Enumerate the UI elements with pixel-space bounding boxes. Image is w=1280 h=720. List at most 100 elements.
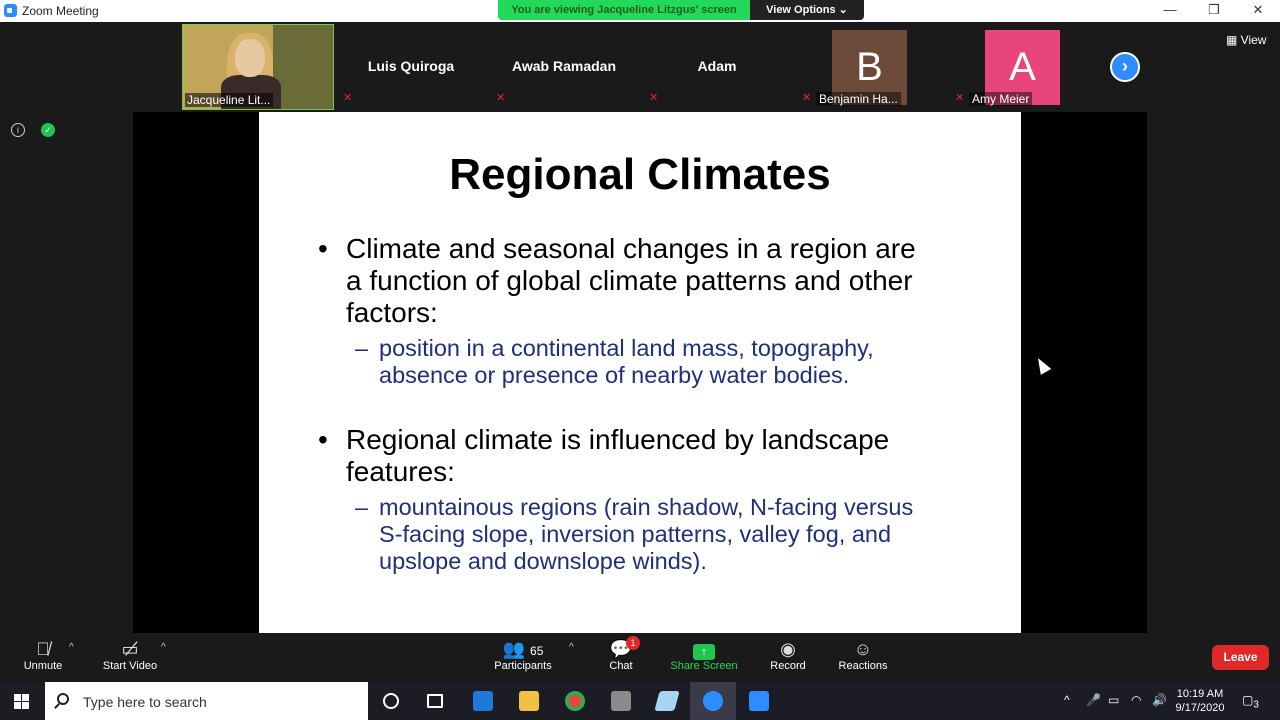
participant-name: Awab Ramadan xyxy=(512,58,616,74)
participants-options-chevron-icon[interactable]: ^ xyxy=(569,642,574,653)
meeting-toolbar: 🎙̸ Unmute ^ ▭̸ Start Video ^ 👥 65 Partic… xyxy=(0,634,1280,682)
leave-button[interactable]: Leave xyxy=(1212,645,1269,670)
taskbar-clock[interactable]: 10:19 AM 9/17/2020 xyxy=(1166,687,1234,715)
reactions-button[interactable]: ☺ Reactions xyxy=(823,638,903,680)
mail-icon xyxy=(473,691,493,711)
sub-bullet-line: upslope and downslope winds). xyxy=(379,548,707,574)
viewing-status: You are viewing Jacqueline Litzgus' scre… xyxy=(498,0,750,20)
start-video-label: Start Video xyxy=(102,660,158,672)
view-label: View xyxy=(1240,33,1267,47)
muted-mic-icon: ✕ xyxy=(343,92,353,104)
presentation-slide: Regional Climates • Climate and seasonal… xyxy=(259,112,1021,633)
notification-count: 3 xyxy=(1253,699,1259,711)
chat-icon: 💬 xyxy=(609,639,633,659)
clock-date: 9/17/2020 xyxy=(1175,702,1225,714)
sub-bullet-line: position in a continental land mass, top… xyxy=(379,335,874,361)
video-off-icon: ▭̸ xyxy=(121,639,139,659)
participant-tile[interactable]: Adam ✕ xyxy=(641,24,793,110)
share-screen-button[interactable]: ↑ Share Screen xyxy=(664,638,744,680)
task-view-button[interactable] xyxy=(412,682,458,720)
participants-button[interactable]: 👥 65 Participants xyxy=(483,638,563,680)
participant-tile[interactable]: B ✕ Benjamin Ha... xyxy=(794,24,946,110)
taskbar-mail[interactable] xyxy=(460,682,506,720)
participants-count: 65 xyxy=(530,644,544,658)
share-screen-label: Share Screen xyxy=(670,660,738,672)
view-button[interactable]: ▦ View xyxy=(1226,33,1266,47)
start-button[interactable] xyxy=(0,682,44,720)
bullet-symbol: • xyxy=(318,424,328,455)
battery-icon[interactable]: ▭ xyxy=(1108,693,1119,707)
video-person-face xyxy=(235,39,265,77)
sub-bullet-line: mountainous regions (rain shadow, N-faci… xyxy=(379,494,914,520)
share-screen-icon: ↑ xyxy=(664,638,744,660)
participant-tile-video[interactable]: Jacqueline Lit... xyxy=(182,24,334,110)
wifi-icon[interactable]: ◠ xyxy=(1131,693,1141,707)
calculator-icon xyxy=(611,691,631,711)
taskbar-search-box[interactable]: Type here to search xyxy=(45,682,368,720)
dash-symbol: – xyxy=(355,335,369,361)
taskbar-app[interactable] xyxy=(644,682,690,720)
zoom-icon xyxy=(703,691,723,711)
sub-bullet-line: S-facing slope, inversion patterns, vall… xyxy=(379,521,892,547)
show-hidden-icons-chevron-icon[interactable]: ^ xyxy=(1064,693,1070,707)
next-page-arrow-icon[interactable]: › xyxy=(1110,52,1140,82)
clock-time: 10:19 AM xyxy=(1176,688,1224,700)
chat-unread-badge: 1 xyxy=(626,636,640,650)
video-background-shadow xyxy=(273,25,333,109)
participants-label: Participants xyxy=(494,660,552,672)
shield-icon[interactable]: ✓ xyxy=(41,123,55,137)
info-icon[interactable]: i xyxy=(11,123,25,137)
view-options-button[interactable]: View Options ⌄ xyxy=(750,0,864,20)
viewing-banner: You are viewing Jacqueline Litzgus' scre… xyxy=(498,0,864,20)
notifications-icon[interactable]: ▢3 xyxy=(1242,693,1259,710)
video-options-chevron-icon[interactable]: ^ xyxy=(161,642,166,653)
volume-icon[interactable]: 🔊 xyxy=(1152,693,1167,707)
search-icon xyxy=(57,693,69,705)
slide-bullet: • Climate and seasonal changes in a regi… xyxy=(318,233,916,329)
taskbar-file-explorer[interactable] xyxy=(506,682,552,720)
bullet-line: a function of global climate patterns an… xyxy=(346,265,913,296)
cortana-button[interactable] xyxy=(368,682,414,720)
sub-bullet-line: absence or presence of nearby water bodi… xyxy=(379,362,850,388)
taskbar-calculator[interactable] xyxy=(598,682,644,720)
bullet-line: Regional climate is influenced by landsc… xyxy=(346,424,890,455)
window-title: Zoom Meeting xyxy=(22,4,99,18)
slide-sub-bullet: – mountainous regions (rain shadow, N-fa… xyxy=(355,494,914,575)
close-button[interactable]: ✕ xyxy=(1236,0,1280,22)
participant-name: Luis Quiroga xyxy=(367,58,455,74)
start-video-button[interactable]: ▭̸ Start Video xyxy=(90,638,170,680)
windows-logo-icon xyxy=(22,702,29,709)
taskbar-zoom-meeting[interactable] xyxy=(736,682,782,720)
reactions-icon: ☺ xyxy=(853,639,873,659)
cortana-icon xyxy=(383,693,399,709)
record-button[interactable]: ◉ Record xyxy=(748,638,828,680)
participant-tile[interactable]: Luis Quiroga ✕ xyxy=(335,24,487,110)
zoom-meeting-icon xyxy=(749,691,769,711)
participant-tile[interactable]: A ✕ Amy Meier xyxy=(947,24,1099,110)
windows-logo-icon xyxy=(14,694,21,701)
bullet-symbol: • xyxy=(318,233,328,264)
participant-name: Amy Meier xyxy=(969,92,1033,106)
slide-sub-bullet: – position in a continental land mass, t… xyxy=(355,335,874,389)
windows-logo-icon xyxy=(14,702,21,709)
chat-button[interactable]: 💬 Chat xyxy=(581,638,661,680)
microphone-icon[interactable]: 🎤 xyxy=(1086,693,1101,707)
record-label: Record xyxy=(770,660,806,672)
windows-taskbar: Type here to search ^ 🎤 ▭ ◠ 🔊 10:19 AM 9… xyxy=(0,682,1280,720)
muted-mic-icon: ✕ xyxy=(955,92,965,104)
muted-mic-icon: ✕ xyxy=(649,92,659,104)
windows-logo-icon xyxy=(22,694,29,701)
app-icon xyxy=(654,691,680,711)
unmute-label: Unmute xyxy=(23,660,63,672)
zoom-app-icon xyxy=(4,4,17,17)
taskbar-zoom[interactable] xyxy=(690,682,736,720)
audio-options-chevron-icon[interactable]: ^ xyxy=(69,642,74,653)
record-icon: ◉ xyxy=(780,639,796,659)
chrome-icon xyxy=(565,691,585,711)
minimize-button[interactable]: — xyxy=(1148,0,1192,22)
taskbar-chrome[interactable] xyxy=(552,682,598,720)
restore-button[interactable]: ❐ xyxy=(1192,0,1236,22)
folder-icon xyxy=(519,691,539,711)
slide-bullet: • Regional climate is influenced by land… xyxy=(318,424,890,488)
participant-tile[interactable]: Awab Ramadan ✕ xyxy=(488,24,640,110)
